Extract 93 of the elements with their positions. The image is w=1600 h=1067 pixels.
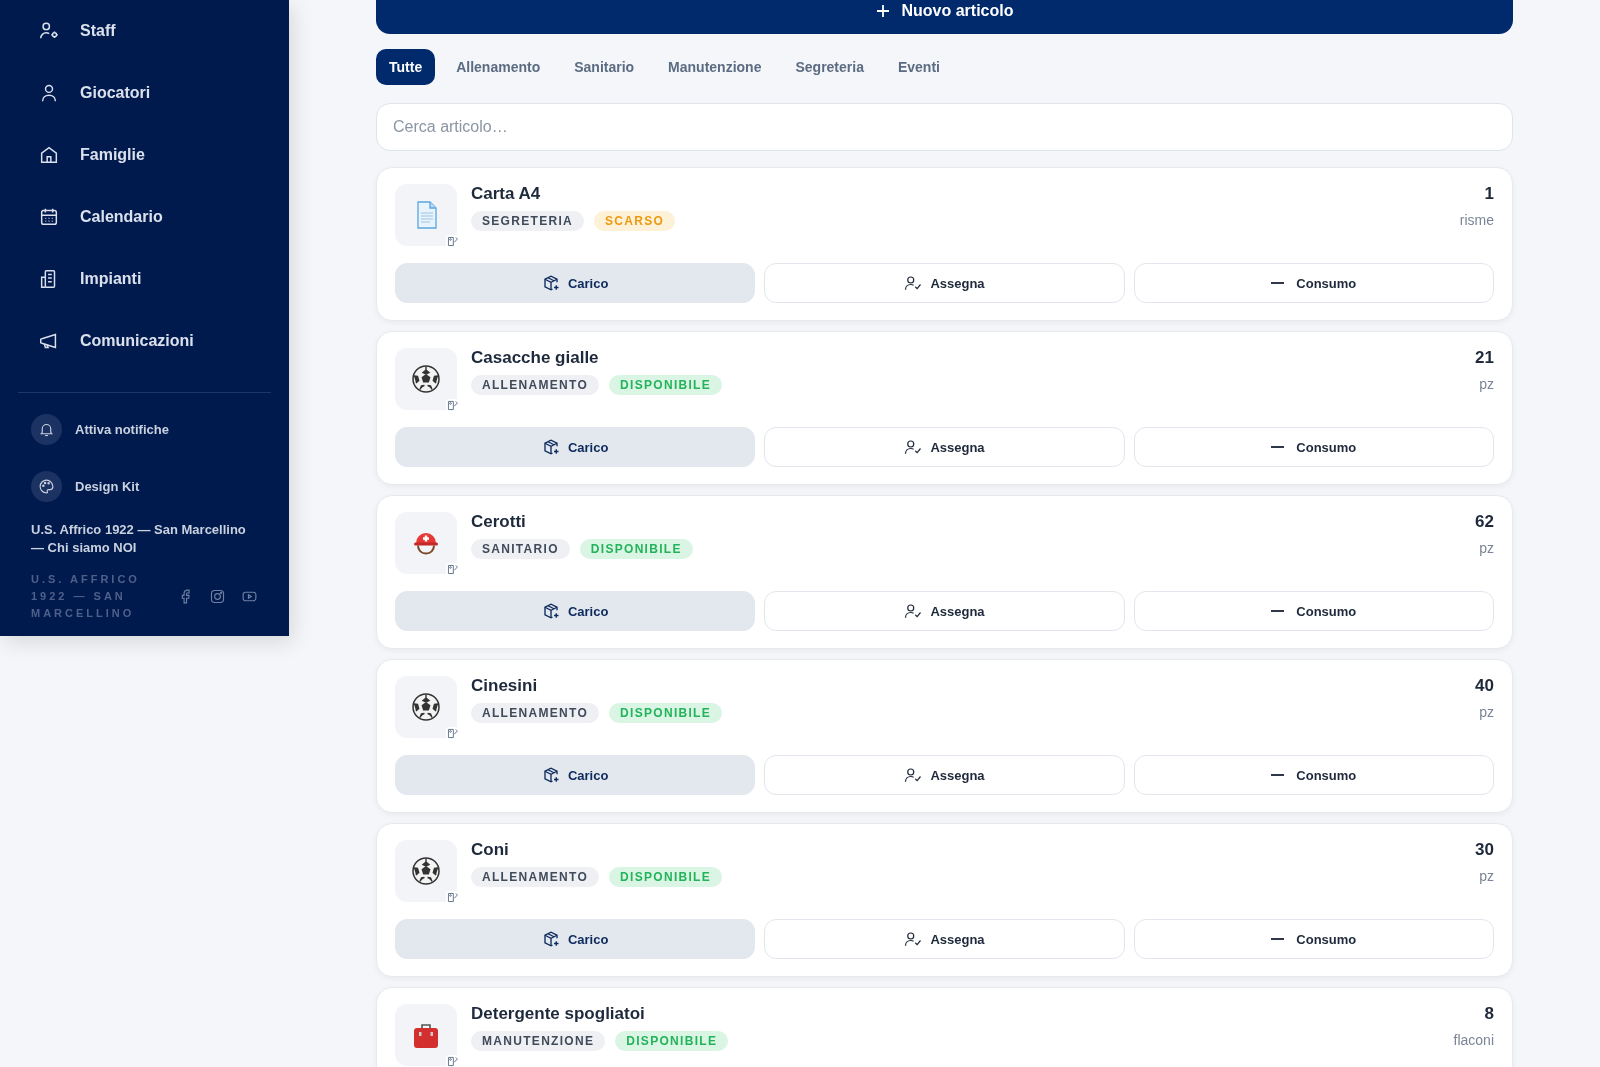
unit: risme [1459,212,1494,228]
category-tag: ALLENAMENTO [471,867,600,887]
filter-tab[interactable]: Segreteria [782,49,877,85]
category-tag: SANITARIO [471,539,570,559]
filter-tab[interactable]: Eventi [884,49,953,85]
nav-item[interactable]: Calendario [18,186,271,248]
assign-button[interactable]: Assegna [764,919,1125,959]
nav-item[interactable]: Giocatori [18,62,271,124]
soccer-ball-icon [410,855,442,887]
package-plus-icon [541,274,560,292]
status-tag: DISPONIBILE [609,703,723,723]
nav-item[interactable]: Famiglie [18,124,271,186]
consume-button[interactable]: Consumo [1133,263,1494,303]
unit: pz [1479,704,1494,720]
minus-icon [1271,446,1285,448]
item-name: Cerotti [471,512,527,532]
assign-button[interactable]: Assegna [764,591,1125,631]
user-check-icon [904,438,923,456]
filter-tab[interactable]: Tutte [376,49,436,85]
user-check-icon [904,930,923,948]
assign-button[interactable]: Assegna [764,263,1125,303]
package-plus-icon [541,766,560,784]
package-plus-icon [541,438,560,456]
status-tag: SCARSO [594,211,676,231]
item-name: Cinesini [471,676,539,696]
sidebar-action[interactable]: Attiva notifiche [18,407,271,452]
palette-icon [31,471,62,502]
unit: pz [1479,540,1494,556]
minus-icon [1271,610,1285,612]
item-name: Casacche gialle [471,348,600,368]
consume-button[interactable]: Consumo [1133,919,1494,959]
package-plus-icon [541,602,560,620]
nav-item[interactable]: Staff [18,0,271,62]
consume-button[interactable]: Consumo [1133,427,1494,467]
about-link[interactable]: U.S. Affrico 1922 — San Marcellino — Chi siamo NOI [18,521,271,557]
quantity: 1 [1484,184,1494,204]
load-button[interactable]: Carico [395,591,756,631]
filter-tab[interactable]: Manutenzione [655,49,775,85]
edit-image-icon[interactable] [446,235,459,248]
user-check-icon [904,766,923,784]
item-name: Carta A4 [471,184,542,204]
quantity: 21 [1475,348,1494,368]
assign-button[interactable]: Assegna [764,427,1125,467]
unit: pz [1479,868,1494,884]
category-tag: SEGRETERIA [471,211,584,231]
consume-button[interactable]: Consumo [1133,591,1494,631]
load-button[interactable]: Carico [395,919,756,959]
category-tag: MANUTENZIONE [471,1031,606,1051]
quantity: 40 [1475,676,1494,696]
instagram-icon[interactable] [209,588,226,605]
minus-icon [1271,938,1285,940]
item-name: Detergente spogliatoi [471,1004,646,1024]
edit-image-icon[interactable] [446,399,459,412]
soccer-ball-icon [410,691,442,723]
edit-image-icon[interactable] [446,727,459,740]
load-button[interactable]: Carico [395,427,756,467]
search-field[interactable]: Cerca articolo… [376,103,1513,151]
home-icon [38,144,60,166]
load-button[interactable]: Carico [395,755,756,795]
soccer-ball-icon [410,363,442,395]
category-tag: ALLENAMENTO [471,703,600,723]
sidebar-action[interactable]: Design Kit [18,464,271,509]
edit-image-icon[interactable] [446,563,459,576]
filter-tab[interactable]: Sanitario [561,49,648,85]
status-tag: DISPONIBILE [609,867,723,887]
edit-image-icon[interactable] [446,1055,459,1067]
filter-tab[interactable]: Allenamento [443,49,554,85]
load-button[interactable]: Carico [395,263,756,303]
minus-icon [1271,282,1285,284]
unit: flaconi [1453,1032,1494,1048]
bell-icon [31,414,62,445]
quantity: 62 [1475,512,1494,532]
status-tag: DISPONIBILE [609,375,723,395]
quantity: 8 [1484,1004,1494,1024]
minus-icon [1271,774,1285,776]
user-check-icon [904,602,923,620]
user-check-icon [904,274,923,292]
nav-item[interactable]: Comunicazioni [18,310,271,372]
plus-icon [875,2,892,19]
status-tag: DISPONIBILE [615,1031,729,1051]
nav-item[interactable]: Impianti [18,248,271,310]
status-tag: DISPONIBILE [579,539,693,559]
calendar-icon [38,206,60,228]
unit: pz [1479,376,1494,392]
quantity: 30 [1475,840,1494,860]
new-item-button[interactable]: Nuovo articolo [376,0,1513,34]
consume-button[interactable]: Consumo [1133,755,1494,795]
edit-image-icon[interactable] [446,891,459,904]
category-tag: ALLENAMENTO [471,375,600,395]
item-name: Coni [471,840,510,860]
package-plus-icon [541,930,560,948]
assign-button[interactable]: Assegna [764,755,1125,795]
club-name: U.S. AFFRICO 1922 — SAN MARCELLINO [31,572,141,621]
